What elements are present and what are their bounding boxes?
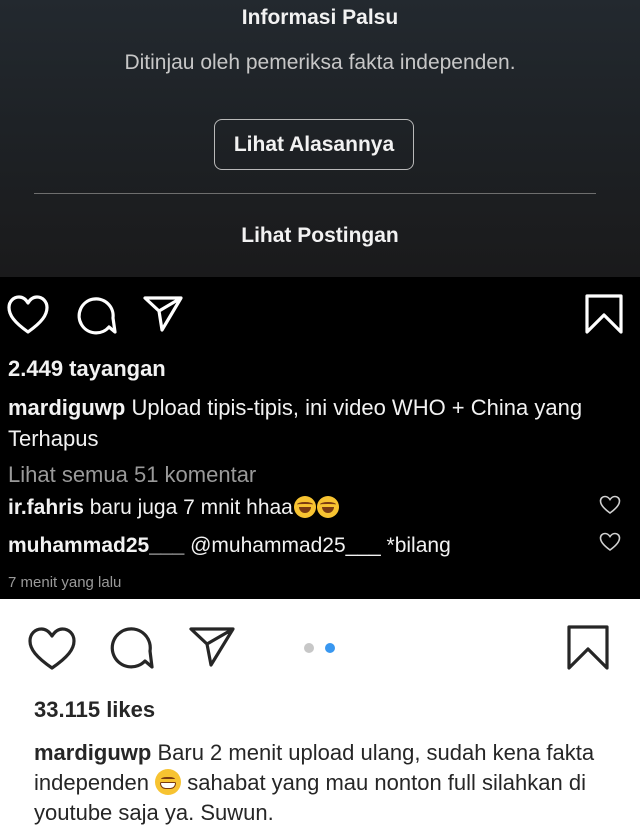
see-reason-button[interactable]: Lihat Alasannya <box>214 119 414 170</box>
comment-text: @muhammad25___ *bilang <box>190 534 451 557</box>
view-post-link[interactable]: Lihat Postingan <box>0 224 640 248</box>
carousel-dot-active <box>325 643 335 653</box>
bookmark-icon[interactable] <box>584 293 624 335</box>
comment-like-heart-icon[interactable] <box>599 495 621 515</box>
share-icon[interactable] <box>188 624 236 670</box>
like-count: 33.115 likes <box>34 697 156 722</box>
view-all-comments-link[interactable]: Lihat semua 51 komentar <box>8 462 256 488</box>
post-caption: mardiguwp Upload tipis-tipis, ini video … <box>8 392 618 454</box>
carousel-dot <box>304 643 314 653</box>
rofl-emoji-icon <box>316 496 339 518</box>
caption-username[interactable]: mardiguwp <box>34 740 151 765</box>
view-count: 2.449 tayangan <box>8 356 166 381</box>
caption-username[interactable]: mardiguwp <box>8 395 125 420</box>
comment-username[interactable]: muhammad25___ <box>8 534 184 557</box>
overlay-divider <box>34 193 596 194</box>
comment-icon[interactable] <box>74 294 118 336</box>
heart-icon[interactable] <box>27 626 77 672</box>
post-caption: mardiguwp Baru 2 menit upload ulang, sud… <box>34 738 624 828</box>
comment-username[interactable]: ir.fahris <box>8 496 84 519</box>
comment-row: ir.fahris baru juga 7 mnit hhaa <box>8 496 339 520</box>
overlay-subtitle: Ditinjau oleh pemeriksa fakta independen… <box>124 51 516 74</box>
bookmark-icon[interactable] <box>566 624 610 672</box>
heart-icon[interactable] <box>6 294 50 336</box>
share-icon[interactable] <box>142 294 184 334</box>
overlay-title: Informasi Palsu <box>241 6 399 29</box>
grin-emoji-icon <box>155 769 182 795</box>
comment-row: muhammad25___ @muhammad25___ *bilang <box>8 534 451 558</box>
rofl-emoji-icon <box>293 496 316 518</box>
post-timestamp: 7 menit yang lalu <box>8 574 122 591</box>
comment-text: baru juga 7 mnit hhaa <box>89 496 293 519</box>
comment-like-heart-icon[interactable] <box>599 532 621 552</box>
comment-icon[interactable] <box>107 625 155 671</box>
